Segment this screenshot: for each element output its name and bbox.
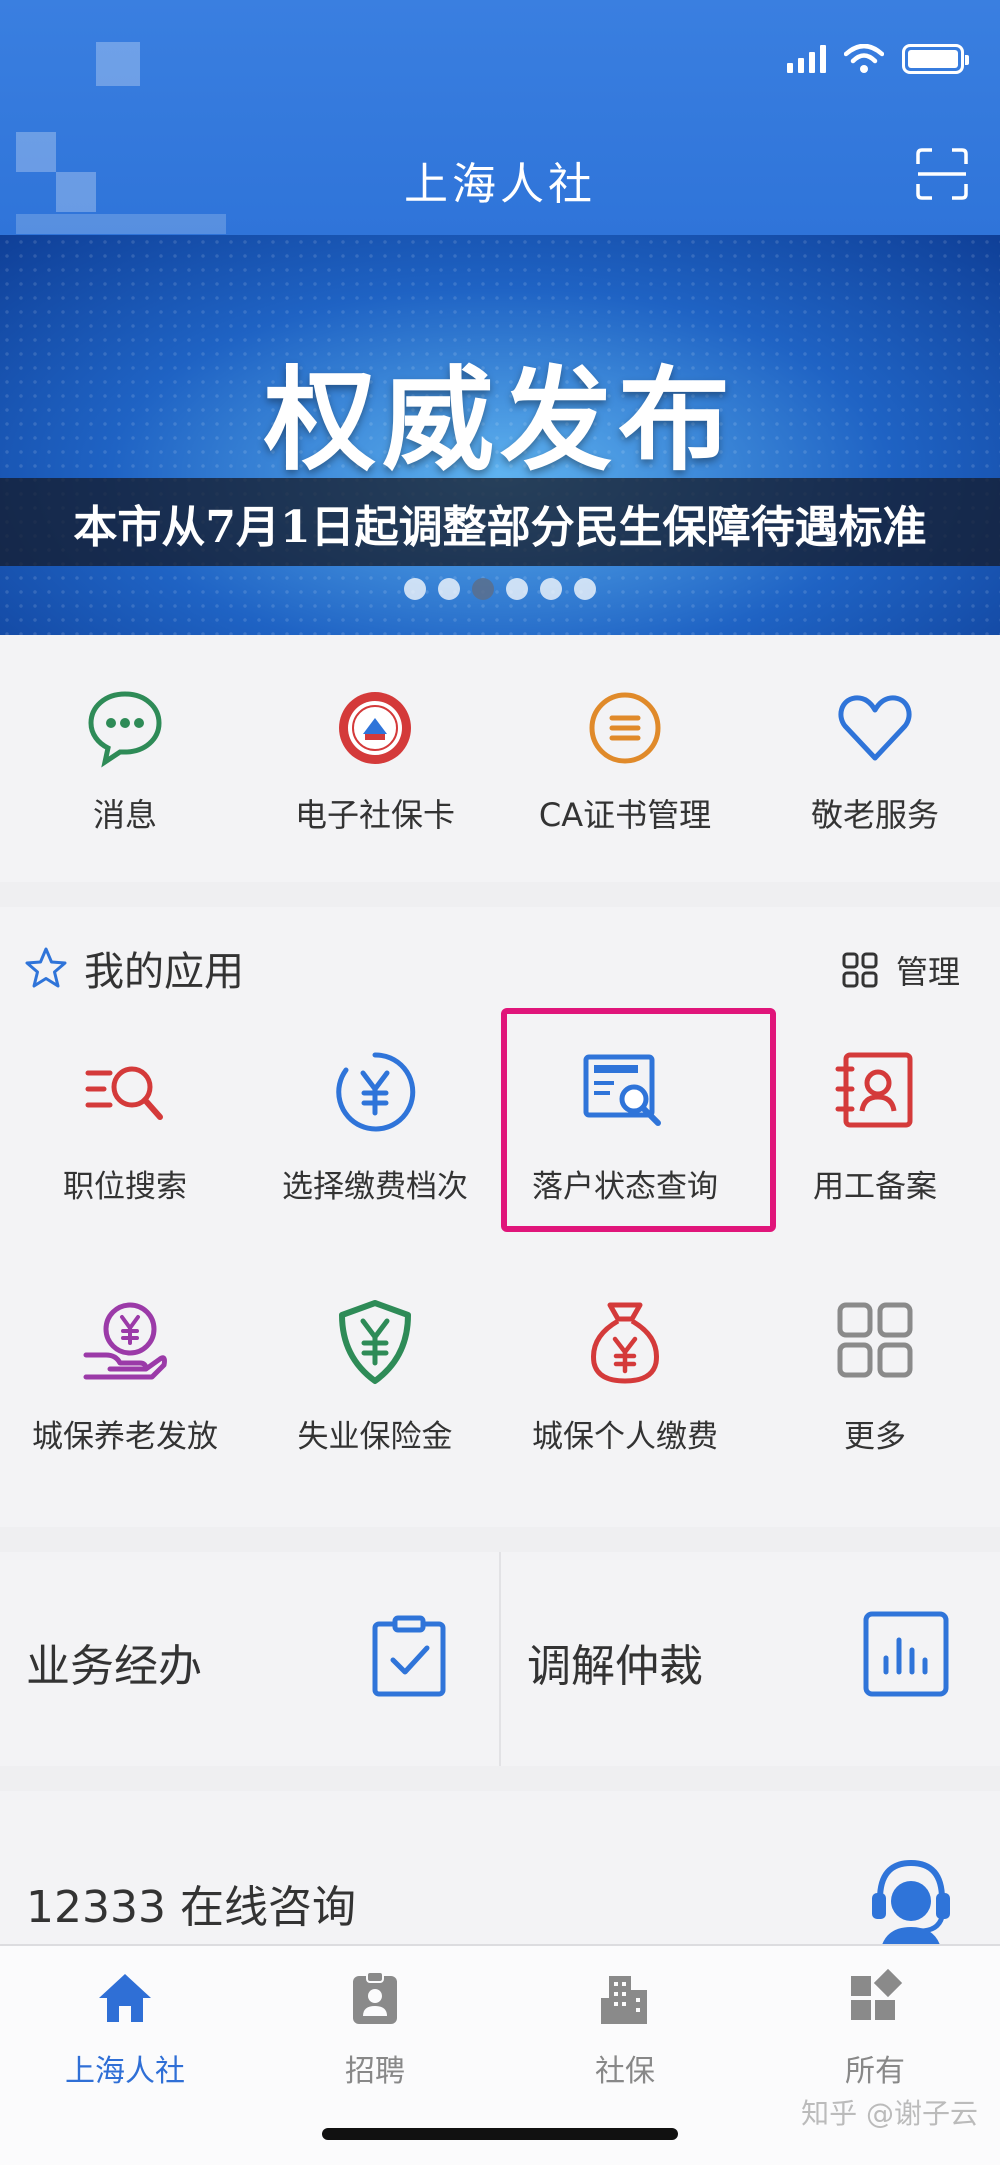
pager-dot[interactable]	[506, 578, 528, 600]
app-label: 失业保险金	[297, 1419, 453, 1455]
headset-agent-icon	[872, 1859, 950, 1944]
tab-label: 上海人社	[65, 2054, 185, 2089]
tile-label: 调解仲裁	[527, 1641, 703, 1692]
online-consult[interactable]: 12333 在线咨询	[0, 1791, 1000, 1944]
quick-item-ca-certificate[interactable]: CA证书管理	[500, 688, 750, 836]
building-icon	[601, 1976, 647, 2024]
star-icon	[25, 947, 67, 988]
yuan-circle-icon	[336, 1052, 416, 1132]
app-more[interactable]: 更多	[750, 1297, 1000, 1456]
wifi-icon	[844, 44, 884, 73]
page-title: 上海人社	[404, 159, 596, 210]
my-apps-header: 我的应用	[24, 939, 244, 997]
highlight-box	[501, 1008, 776, 1232]
tab-all[interactable]: 所有	[750, 1968, 1000, 2090]
tab-recruitment[interactable]: 招聘	[250, 1968, 500, 2090]
home-indicator[interactable]	[322, 2128, 678, 2140]
tab-home[interactable]: 上海人社	[0, 1968, 250, 2090]
tile-mediation-arbitration[interactable]: 调解仲裁	[501, 1552, 1000, 1766]
tab-label: 所有	[845, 2054, 905, 2089]
quick-item-label: 电子社保卡	[294, 796, 455, 834]
banner-heading: 权威发布	[264, 355, 736, 486]
grid-icon	[842, 952, 878, 988]
app-payment-tier[interactable]: 选择缴费档次	[250, 1047, 500, 1206]
pager-dot[interactable]	[438, 578, 460, 600]
quick-item-messages[interactable]: 消息	[0, 688, 250, 836]
shield-yuan-icon	[339, 1300, 411, 1384]
heart-icon	[838, 695, 912, 761]
job-search-icon	[85, 1066, 163, 1120]
clipboard-check-icon	[372, 1615, 446, 1697]
app-employment-record[interactable]: 用工备案	[750, 1047, 1000, 1206]
quick-item-label: CA证书管理	[538, 796, 712, 834]
certificate-list-icon	[589, 692, 661, 764]
app-label: 城保养老发放	[32, 1419, 218, 1455]
tile-business-handling[interactable]: 业务经办	[0, 1552, 499, 1766]
my-apps-section: 我的应用 管理 职位搜索 选择缴费档次 落户状态查询 用工备案 城保养老发放 失…	[0, 907, 1000, 1527]
tab-label: 社保	[595, 2054, 655, 2089]
quick-item-label: 敬老服务	[810, 796, 939, 834]
quick-item-label: 消息	[92, 796, 157, 834]
employee-record-icon	[835, 1052, 913, 1128]
quick-services: 消息 电子社保卡 CA证书管理 敬老服务	[0, 635, 1000, 882]
app-job-search[interactable]: 职位搜索	[0, 1047, 250, 1206]
pager-dot[interactable]	[574, 578, 596, 600]
app-label: 选择缴费档次	[282, 1169, 468, 1205]
manage-label: 管理	[895, 953, 960, 991]
pager-dot[interactable]	[540, 578, 562, 600]
app-label: 城保个人缴费	[532, 1419, 718, 1455]
apps-icon	[851, 1968, 903, 2020]
quick-item-elderly-service[interactable]: 敬老服务	[750, 688, 1000, 836]
tab-social-security[interactable]: 社保	[500, 1968, 750, 2090]
manage-button[interactable]: 管理	[842, 947, 960, 993]
scan-icon[interactable]	[914, 146, 970, 202]
battery-icon	[902, 44, 969, 74]
watermark: 知乎 @谢子云	[801, 2097, 978, 2130]
pension-hand-icon	[83, 1302, 167, 1380]
grid-more-icon	[837, 1302, 913, 1378]
app-label: 用工备案	[813, 1169, 937, 1205]
tab-label: 招聘	[345, 2054, 405, 2089]
social-security-card-icon	[339, 692, 411, 764]
home-icon	[99, 1974, 151, 2022]
app-label: 更多	[844, 1419, 906, 1455]
badge-icon	[353, 1971, 397, 2024]
banner-pager	[0, 578, 1000, 600]
app-pension-payment[interactable]: 城保养老发放	[0, 1297, 250, 1456]
app-header: 上海人社	[0, 0, 1000, 235]
tile-label: 业务经办	[26, 1641, 202, 1692]
status-bar	[787, 44, 969, 74]
news-banner[interactable]: 权威发布 本市从7月1日起调整部分民生保障待遇标准	[0, 235, 1000, 635]
pager-dot-active[interactable]	[472, 578, 494, 600]
decor-square	[96, 42, 140, 86]
decor-bar	[16, 214, 226, 234]
my-apps-title: 我的应用	[84, 949, 244, 995]
signal-icon	[787, 45, 826, 73]
app-personal-contribution[interactable]: 城保个人缴费	[500, 1297, 750, 1456]
business-tiles: 业务经办 调解仲裁	[0, 1552, 1000, 1766]
pager-dot[interactable]	[404, 578, 426, 600]
consult-label: 12333 在线咨询	[26, 1882, 356, 1933]
app-unemployment-benefit[interactable]: 失业保险金	[250, 1297, 500, 1456]
banner-caption: 本市从7月1日起调整部分民生保障待遇标准	[73, 502, 927, 553]
chat-icon	[88, 691, 162, 768]
money-bag-icon	[591, 1302, 659, 1384]
app-label: 职位搜索	[63, 1169, 187, 1205]
quick-item-ecard[interactable]: 电子社保卡	[250, 688, 500, 836]
bar-chart-icon	[863, 1611, 949, 1697]
